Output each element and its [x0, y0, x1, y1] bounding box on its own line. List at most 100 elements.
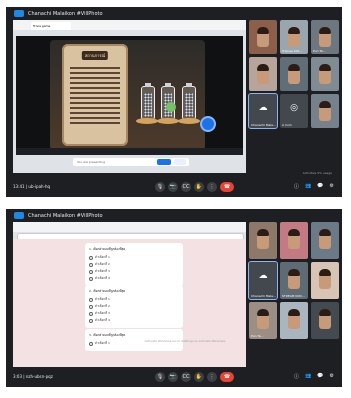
meet-logo-icon — [14, 10, 24, 17]
captions-button[interactable]: CC — [181, 372, 191, 382]
camera-button[interactable]: 📷 — [168, 182, 178, 192]
participant-tile[interactable]: ☁ Chanachi Mala... — [248, 93, 278, 129]
participant-name: Trainee Kitt... — [282, 49, 302, 53]
activities-icon[interactable]: ⚙ — [330, 183, 334, 190]
meeting-title: Chanachi Malaikon #VillPhoto — [28, 10, 103, 17]
participant-tile[interactable] — [249, 20, 277, 54]
question-card: 2. เลือกคำตอบที่ถูกต้องที่สุด ตัวเลือกที… — [85, 285, 183, 328]
account-icon: ☁ — [258, 103, 268, 113]
leave-call-button[interactable]: ☎ — [220, 182, 234, 192]
option[interactable]: ตัวเลือกที่ 3 — [89, 269, 179, 274]
scroll-text — [70, 64, 120, 127]
scroll-title: สถานการณ์ — [81, 51, 109, 60]
participant-tile[interactable] — [311, 302, 339, 339]
story-scroll: สถานการณ์ — [62, 44, 128, 146]
option[interactable]: ตัวเลือกที่ 4 — [89, 318, 179, 323]
radio-icon[interactable] — [89, 304, 93, 309]
info-icon[interactable]: ⓘ — [294, 183, 299, 190]
presenting-text: You are presenting — [77, 160, 105, 164]
participant-tile[interactable]: ☁ Chanachi Mala... — [248, 261, 278, 300]
meeting-controls-bar: 3:03 | nzh-ubsn-pqz 🎙 📷 CC ✋ ⋮ ☎ ⓘ 👥 💬 ⚙ — [6, 367, 342, 387]
account-icon: ☁ — [258, 271, 268, 281]
browser-tabstrip — [13, 222, 246, 232]
more-options-button[interactable]: ⋮ — [207, 372, 217, 382]
hide-banner-button[interactable] — [174, 159, 186, 165]
radio-icon[interactable] — [89, 341, 93, 346]
radio-icon[interactable] — [89, 255, 93, 260]
radio-icon[interactable] — [89, 262, 93, 267]
participant-name: A Com — [282, 123, 292, 127]
stop-sharing-button[interactable] — [157, 159, 171, 165]
mic-button[interactable]: 🎙 — [155, 182, 165, 192]
info-icon[interactable]: ⓘ — [294, 373, 299, 380]
google-form-page: 1. เลือกคำตอบที่ถูกต้องที่สุด ตัวเลือกที… — [13, 239, 246, 367]
side-panel-icons: ⓘ 👥 💬 ⚙ — [294, 183, 334, 190]
participant-tile[interactable] — [280, 57, 308, 91]
plate-icon — [157, 118, 179, 124]
participant-name: Pun Ta... — [251, 334, 264, 338]
more-options-button[interactable]: ⋮ — [207, 182, 217, 192]
option[interactable]: ตัวเลือกที่ 2 — [89, 304, 179, 309]
people-icon[interactable]: 👥 — [305, 183, 311, 190]
participant-tile[interactable]: Trainee Kitt... — [280, 20, 308, 54]
participant-tile[interactable] — [280, 302, 308, 339]
option[interactable]: ตัวเลือกที่ 2 — [89, 262, 179, 267]
browser-tabstrip: Trivia game — [13, 20, 246, 30]
leave-call-button[interactable]: ☎ — [220, 372, 234, 382]
participant-grid: ☁ Chanachi Mala... STREAM KOD... Pun Ta..… — [248, 222, 339, 339]
chat-icon[interactable]: 💬 — [317, 373, 323, 380]
participant-tile[interactable] — [311, 262, 339, 299]
participant-tile[interactable] — [280, 222, 308, 259]
bottle-icon[interactable] — [141, 83, 155, 120]
question-title: 1. เลือกคำตอบที่ถูกต้องที่สุด — [89, 247, 126, 251]
account-icon: ◎ — [290, 103, 298, 113]
camera-button[interactable]: 📷 — [168, 372, 178, 382]
screen-share: 1. เลือกคำตอบที่ถูกต้องที่สุด ตัวเลือกที… — [13, 222, 246, 367]
control-buttons: 🎙 📷 CC ✋ ⋮ ☎ — [155, 182, 234, 192]
option[interactable]: ตัวเลือกที่ 4 — [89, 276, 179, 281]
participant-tile[interactable] — [311, 57, 339, 91]
radio-icon[interactable] — [89, 297, 93, 302]
participant-tile[interactable] — [249, 57, 277, 91]
meet-logo-icon — [14, 212, 24, 219]
game-canvas[interactable]: สถานการณ์ — [16, 36, 243, 155]
participant-tile[interactable]: ◎ A Com — [280, 94, 308, 128]
people-icon[interactable]: 👥 — [305, 373, 311, 380]
option[interactable]: ตัวเลือกที่ 1 — [89, 297, 179, 302]
bottle-icon[interactable] — [182, 83, 196, 120]
control-buttons: 🎙 📷 CC ✋ ⋮ ☎ — [155, 372, 234, 382]
mic-button[interactable]: 🎙 — [155, 372, 165, 382]
question-title: 3. เลือกคำตอบที่ถูกต้องที่สุด — [89, 333, 126, 337]
option[interactable]: ตัวเลือกที่ 1 — [89, 255, 179, 260]
meeting-screenshot-2: Chanachi Malaikon #VillPhoto 1. เลือกคำต… — [6, 209, 342, 387]
raise-hand-button[interactable]: ✋ — [194, 182, 204, 192]
radio-icon[interactable] — [89, 269, 93, 274]
radio-icon[interactable] — [89, 276, 93, 281]
option[interactable]: ตัวเลือกที่ 3 — [89, 311, 179, 316]
activities-icon[interactable]: ⚙ — [330, 373, 334, 380]
participant-tile[interactable]: Pun Ta... — [249, 302, 277, 339]
meeting-controls-bar: 13:41 | ub-ipah-hq 🎙 📷 CC ✋ ⋮ ☎ ⓘ 👥 💬 ⚙ … — [6, 171, 342, 197]
radio-icon[interactable] — [89, 318, 93, 323]
hint-button[interactable] — [166, 102, 176, 112]
windows-taskbar — [16, 148, 243, 155]
plate-icon — [178, 118, 200, 124]
raise-hand-button[interactable]: ✋ — [194, 372, 204, 382]
meeting-title: Chanachi Malaikon #VillPhoto — [28, 212, 103, 219]
captions-button[interactable]: CC — [181, 182, 191, 192]
meeting-header: Chanachi Malaikon #VillPhoto — [6, 7, 342, 20]
participant-tile[interactable]: Pun Ta... — [311, 20, 339, 54]
participant-tile[interactable] — [311, 94, 339, 128]
participant-grid: Trainee Kitt... Pun Ta... ☁ Chanachi Mala… — [248, 20, 339, 129]
participant-tile[interactable]: STREAM KOD... — [280, 262, 308, 299]
chat-icon[interactable]: 💬 — [317, 183, 323, 190]
question-card: 1. เลือกคำตอบที่ถูกต้องที่สุด ตัวเลือกที… — [85, 243, 183, 286]
participant-tile[interactable] — [249, 222, 277, 259]
browser-tab[interactable]: Trivia game — [31, 22, 71, 30]
participant-tile[interactable] — [311, 222, 339, 259]
cursor-icon — [202, 118, 214, 130]
radio-icon[interactable] — [89, 311, 93, 316]
participant-name: Pun Ta... — [313, 49, 326, 53]
meeting-screenshot-1: Chanachi Malaikon #VillPhoto Trivia game… — [6, 7, 342, 197]
windows-activation-watermark: Activate Windows Go to Settings to activ… — [144, 339, 226, 343]
